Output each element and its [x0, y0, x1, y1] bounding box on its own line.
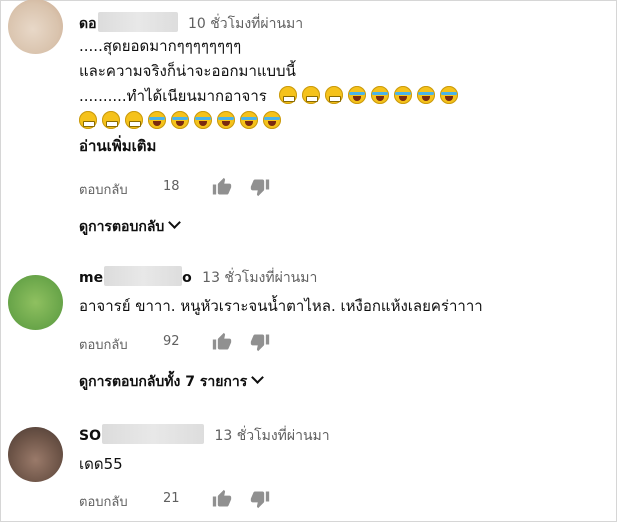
tears-of-joy-icon — [439, 86, 458, 104]
read-more-link[interactable]: อ่านเพิ่มเติม — [79, 134, 463, 159]
tears-of-joy-icon — [347, 86, 366, 104]
comment-line: และความจริงก็น่าจะออกมาแบบนี้ — [79, 62, 296, 80]
tears-of-joy-icon — [416, 86, 435, 104]
view-replies-label: ดูการตอบกลับทั้ง 7 รายการ — [79, 374, 248, 390]
grinning-face-icon — [301, 86, 320, 104]
redacted-name — [101, 424, 204, 444]
timestamp[interactable]: 10 ชั่วโมงที่ผ่านมา — [188, 16, 303, 32]
tears-of-joy-icon — [148, 111, 166, 129]
tears-of-joy-icon — [171, 111, 189, 129]
view-replies-label: ดูการตอบกลับ — [79, 219, 165, 235]
tears-of-joy-icon — [194, 111, 212, 129]
author-name-tail: o — [182, 270, 192, 286]
avatar[interactable] — [8, 275, 63, 330]
comment-header: me o 13 ชั่วโมงที่ผ่านมา — [79, 266, 317, 286]
timestamp[interactable]: 13 ชั่วโมงที่ผ่านมา — [202, 270, 317, 286]
view-replies-button[interactable]: ดูการตอบกลับทั้ง 7 รายการ — [79, 371, 265, 393]
avatar[interactable] — [8, 0, 63, 54]
comment-header: SO 13 ชั่วโมงที่ผ่านมา — [79, 424, 330, 444]
comment-line: ..........ทำได้เนียนมากอาจาร — [79, 84, 463, 109]
tears-of-joy-icon — [240, 111, 258, 129]
comment-text: .....สุดยอดมากๆๆๆๆๆๆๆๆ และความจริงก็น่าจ… — [79, 34, 463, 159]
thumbs-down-icon[interactable] — [249, 332, 271, 352]
thumbs-down-icon[interactable] — [249, 489, 271, 509]
tears-of-joy-icon — [393, 86, 412, 104]
emoji-row — [278, 86, 463, 105]
thumbs-up-icon[interactable] — [211, 332, 233, 352]
author-name[interactable]: ดอ — [79, 16, 97, 32]
grinning-face-icon — [125, 111, 143, 129]
tears-of-joy-icon — [217, 111, 235, 129]
timestamp[interactable]: 13 ชั่วโมงที่ผ่านมา — [214, 428, 329, 444]
view-replies-button[interactable]: ดูการตอบกลับ — [79, 216, 182, 238]
chevron-down-icon — [168, 216, 182, 229]
reply-button[interactable]: ตอบกลับ — [79, 491, 128, 512]
comment-line: .....สุดยอดมากๆๆๆๆๆๆๆๆ — [79, 37, 242, 55]
thumbs-up-icon[interactable] — [211, 489, 233, 509]
grinning-face-icon — [102, 111, 120, 129]
emoji-row — [79, 109, 463, 134]
thumbs-up-icon[interactable] — [211, 177, 233, 197]
author-name[interactable]: me — [79, 270, 103, 286]
redacted-name — [97, 12, 178, 32]
reply-button[interactable]: ตอบกลับ — [79, 334, 128, 355]
like-count: 18 — [163, 179, 180, 194]
comment-text: อาจารย์ ขาาา. หนูหัวเราะจนน้ำตาไหล. เหงื… — [79, 297, 483, 315]
grinning-face-icon — [324, 86, 343, 104]
tears-of-joy-icon — [263, 111, 281, 129]
avatar[interactable] — [8, 427, 63, 482]
grinning-face-icon — [79, 111, 97, 129]
comment-text: เดด55 — [79, 455, 123, 473]
reply-button[interactable]: ตอบกลับ — [79, 179, 128, 200]
redacted-name — [104, 266, 183, 286]
author-name[interactable]: SO — [79, 428, 101, 444]
thumbs-down-icon[interactable] — [249, 177, 271, 197]
like-count: 21 — [163, 491, 180, 506]
comment-header: ดอ 10 ชั่วโมงที่ผ่านมา — [79, 12, 303, 32]
like-count: 92 — [163, 334, 180, 349]
tears-of-joy-icon — [370, 86, 389, 104]
grinning-face-icon — [278, 86, 297, 104]
chevron-down-icon — [251, 371, 265, 384]
